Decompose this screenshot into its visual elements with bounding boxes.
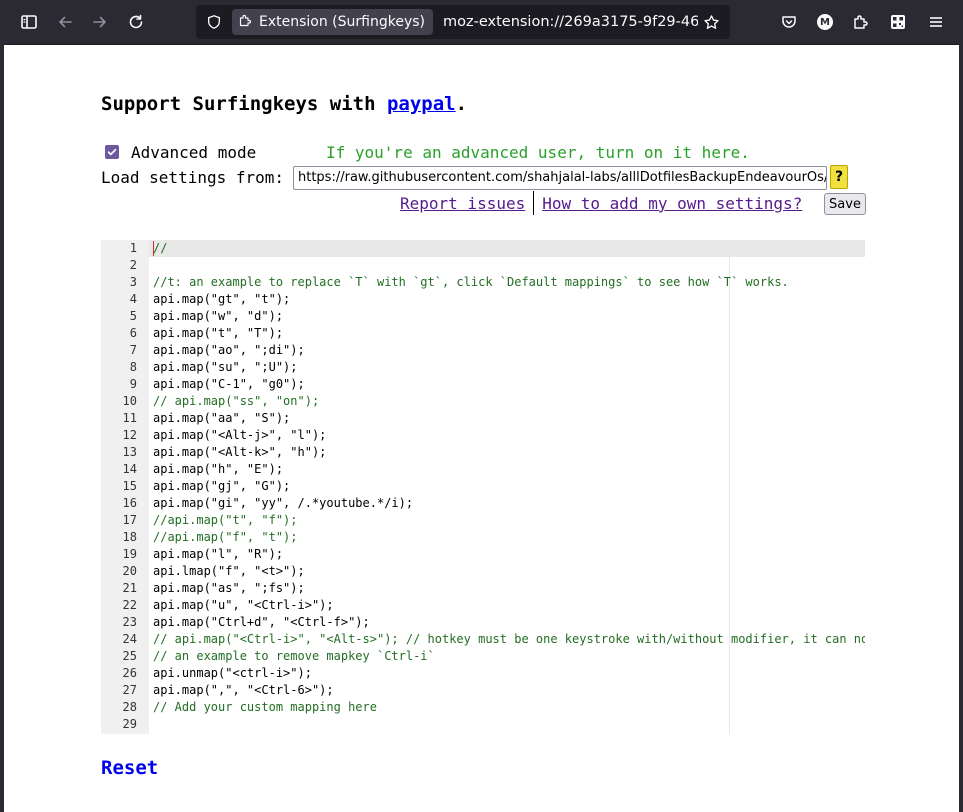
line-number: 10 (122, 394, 137, 408)
line-number: 15 (122, 479, 137, 493)
load-settings-label: Load settings from: (101, 168, 285, 187)
url-text[interactable]: moz-extension://269a3175-9f29-4600-867 (443, 14, 698, 30)
account-icon[interactable]: M (811, 8, 839, 36)
back-icon[interactable] (51, 8, 79, 36)
code-line[interactable]: // an example to remove mapkey `Ctrl-i` (153, 648, 435, 665)
code-line[interactable]: api.map("h", "E"); (153, 461, 283, 478)
save-button[interactable]: Save (824, 193, 866, 215)
line-number: 9 (129, 377, 137, 391)
browser-toolbar: Extension (Surfingkeys) moz-extension://… (0, 0, 963, 44)
menu-icon[interactable] (922, 8, 950, 36)
load-settings-input[interactable]: https://raw.githubusercontent.com/shahja… (293, 166, 827, 190)
line-number: 29 (122, 717, 137, 731)
advanced-mode-checkbox-wrap (105, 141, 119, 163)
line-number: 16 (122, 496, 137, 510)
support-heading: Support Surfingkeys with paypal. (101, 93, 467, 115)
how-to-add-settings-link[interactable]: How to add my own settings? (542, 194, 802, 213)
paypal-link[interactable]: paypal (387, 93, 456, 115)
code-line[interactable]: //t: an example to replace `T` with `gt`… (153, 274, 789, 291)
line-number: 22 (122, 598, 137, 612)
star-icon[interactable] (698, 14, 724, 31)
support-suffix: . (455, 93, 468, 115)
line-number: 20 (122, 564, 137, 578)
code-line[interactable]: api.unmap("<ctrl-i>"); (153, 665, 312, 682)
settings-page: Support Surfingkeys with paypal. Advance… (4, 44, 959, 812)
code-line[interactable]: // (153, 240, 167, 257)
line-number: 7 (129, 343, 137, 357)
settings-links: Report issues How to add my own settings… (400, 191, 802, 215)
site-identity-badge[interactable]: Extension (Surfingkeys) (232, 9, 433, 35)
code-line[interactable]: api.map("l", "R"); (153, 546, 283, 563)
support-prefix: Support Surfingkeys with (101, 93, 387, 115)
code-line[interactable]: api.map("Ctrl+d", "<Ctrl-f>"); (153, 614, 370, 631)
site-identity-label: Extension (Surfingkeys) (259, 14, 425, 30)
line-number: 14 (122, 462, 137, 476)
code-line[interactable]: api.map(",", "<Ctrl-6>"); (153, 682, 334, 699)
code-line[interactable]: api.map("aa", "S"); (153, 410, 290, 427)
account-avatar: M (817, 14, 833, 30)
code-line[interactable]: api.map("ao", ";di"); (153, 342, 305, 359)
forward-icon[interactable] (86, 8, 114, 36)
line-number: 1 (129, 241, 137, 255)
line-number: 6 (129, 326, 137, 340)
code-line[interactable]: //api.map("f", "t"); (153, 529, 298, 546)
code-line[interactable]: api.map("u", "<Ctrl-i>"); (153, 597, 334, 614)
print-margin (729, 240, 730, 734)
code-line[interactable]: api.map("t", "T"); (153, 325, 283, 342)
extensions-icon[interactable] (847, 8, 875, 36)
line-number: 28 (122, 700, 137, 714)
line-number: 2 (129, 258, 137, 272)
line-number: 3 (129, 275, 137, 289)
qr-icon[interactable] (884, 8, 912, 36)
advanced-mode-label[interactable]: Advanced mode (131, 143, 256, 162)
line-number: 8 (129, 360, 137, 374)
code-line[interactable]: api.map("gj", "G"); (153, 478, 290, 495)
line-number: 12 (122, 428, 137, 442)
line-number: 11 (122, 411, 137, 425)
shield-icon[interactable] (204, 12, 224, 32)
sidebar-icon[interactable] (15, 8, 43, 36)
line-number: 17 (122, 513, 137, 527)
line-number: 5 (129, 309, 137, 323)
pocket-icon[interactable] (775, 8, 803, 36)
line-number: 27 (122, 683, 137, 697)
line-number: 18 (122, 530, 137, 544)
code-line[interactable]: api.map("<Alt-j>", "l"); (153, 427, 326, 444)
code-editor[interactable]: 1//2 3//t: an example to replace `T` with… (101, 240, 865, 734)
code-line[interactable]: // api.map("ss", "on"); (153, 393, 319, 410)
extension-icon (238, 13, 253, 32)
help-button[interactable]: ? (830, 165, 848, 189)
code-line[interactable]: api.map("w", "d"); (153, 308, 283, 325)
line-number: 23 (122, 615, 137, 629)
line-number: 26 (122, 666, 137, 680)
line-number: 24 (122, 632, 137, 646)
code-line[interactable]: api.map("gt", "t"); (153, 291, 290, 308)
code-line[interactable]: api.map("su", ";U"); (153, 359, 298, 376)
line-number: 19 (122, 547, 137, 561)
reload-icon[interactable] (122, 8, 150, 36)
code-line[interactable]: api.map("gi", "yy", /.*youtube.*/i); (153, 495, 413, 512)
reset-link[interactable]: Reset (101, 757, 158, 779)
code-line[interactable]: api.map("C-1", "g0"); (153, 376, 305, 393)
code-line[interactable]: api.map("<Alt-k>", "h"); (153, 444, 326, 461)
code-line[interactable]: //api.map("t", "f"); (153, 512, 298, 529)
link-divider (533, 191, 535, 215)
report-issues-link[interactable]: Report issues (400, 194, 525, 213)
line-number: 21 (122, 581, 137, 595)
code-line[interactable]: // Add your custom mapping here (153, 699, 377, 716)
line-number: 25 (122, 649, 137, 663)
advanced-mode-hint: If you're an advanced user, turn on it h… (326, 143, 750, 162)
code-line[interactable]: api.map("as", ";fs"); (153, 580, 305, 597)
line-number: 13 (122, 445, 137, 459)
active-line-highlight (149, 240, 865, 257)
code-line[interactable]: // api.map("<Ctrl-i>", "<Alt-s>"); // ho… (153, 631, 865, 648)
line-number: 4 (129, 292, 137, 306)
url-bar[interactable]: Extension (Surfingkeys) moz-extension://… (196, 5, 730, 39)
advanced-mode-checkbox[interactable] (105, 145, 119, 159)
code-line[interactable]: api.lmap("f", "<t>"); (153, 563, 305, 580)
